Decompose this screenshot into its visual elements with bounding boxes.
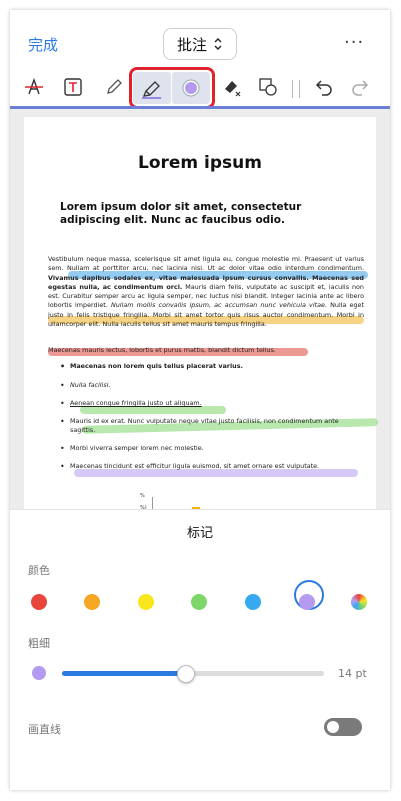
color-swatch-orange[interactable] [84, 594, 100, 610]
highlighter-tool[interactable] [133, 72, 171, 104]
color-swatch-yellow[interactable] [138, 594, 154, 610]
color-picker-tool[interactable] [172, 72, 210, 104]
textbox-icon [64, 78, 82, 96]
top-bar: 完成 批注 ··· [10, 10, 390, 72]
redo-button[interactable] [344, 71, 376, 103]
color-swatch-red[interactable] [31, 594, 47, 610]
thickness-slider[interactable] [62, 665, 324, 683]
custom-color-wheel-icon[interactable] [351, 594, 367, 610]
markup-settings-panel: 标记 颜色 粗细 14 pt 画直线 [10, 509, 390, 790]
strikethrough-icon [25, 77, 43, 95]
document-subtitle: Lorem ipsum dolor sit amet, consectetur … [60, 201, 302, 226]
list-item: Mauris id ex erat. Nunc vulputate neque … [60, 417, 360, 435]
panel-title: 标记 [186, 526, 213, 541]
color-section-label: 颜色 [28, 564, 50, 577]
straight-line-label: 画直线 [28, 723, 61, 736]
paragraph-1: Vestibulum neque massa, scelerisque sit … [48, 255, 364, 329]
color-swatch-green[interactable] [191, 594, 207, 610]
thickness-preview-dot [32, 666, 46, 680]
straight-line-toggle[interactable] [324, 718, 362, 736]
undo-icon [315, 80, 332, 96]
done-button[interactable]: 完成 [28, 34, 58, 55]
textbox-tool[interactable] [57, 71, 89, 103]
highlighter-icon [142, 81, 161, 99]
mode-selector[interactable]: 批注 [163, 28, 237, 60]
annotation-toolbar [10, 67, 390, 110]
paragraph-1-text-a: Vestibulum neque massa, scelerisque sit … [48, 255, 364, 273]
document-page[interactable]: Lorem ipsum Lorem ipsum dolor sit amet, … [24, 117, 379, 509]
color-swatch-blue[interactable] [245, 594, 261, 610]
document-title: Lorem ipsum [138, 153, 262, 173]
pen-icon [107, 79, 122, 94]
document-viewer[interactable]: Lorem ipsum Lorem ipsum dolor sit amet, … [10, 109, 390, 509]
mode-label: 批注 [176, 35, 207, 54]
strikethrough-tool[interactable] [18, 71, 50, 103]
thickness-value: 14 pt [338, 667, 367, 680]
thickness-slider-thumb[interactable] [177, 665, 196, 683]
chevron-updown-icon [214, 38, 222, 50]
active-tool-group [129, 67, 215, 109]
list-item: Aenean congue fringilla justo ut aliquam… [60, 399, 360, 408]
thickness-slider-fill [62, 671, 186, 676]
embedded-chart: % %) [140, 493, 250, 509]
list-item: Maecenas non lorem quis tellus placerat … [60, 362, 360, 371]
shapes-icon [259, 78, 277, 96]
thickness-section-label: 粗细 [28, 637, 50, 650]
redo-icon [352, 80, 369, 96]
list-item: Nulla facilisi. [60, 381, 360, 390]
eraser-icon [225, 81, 241, 97]
eraser-tool[interactable] [216, 71, 248, 103]
more-button[interactable]: ··· [344, 32, 364, 53]
paragraph-2: Maecenas mauris lectus, lobortis et puru… [48, 346, 276, 354]
pen-tool[interactable] [98, 71, 130, 103]
paragraph-1-italic: Nullam mollis convallis ipsum, ac accums… [110, 301, 327, 310]
undo-button[interactable] [308, 71, 340, 103]
color-swatch-purple[interactable] [299, 594, 315, 610]
toolbar-separator [292, 80, 300, 98]
shapes-tool[interactable] [252, 71, 284, 103]
color-swatch-icon [182, 79, 200, 97]
list-item: Maecenas tincidunt est efficitur ligula … [60, 462, 360, 471]
toggle-knob [327, 721, 339, 733]
list-item: Morbi viverra semper lorem nec molestie. [60, 444, 360, 453]
chart-tick: % [140, 493, 145, 499]
app-window: 完成 批注 ··· Lorem ipsum Lorem ipsum dolor … [10, 10, 390, 790]
